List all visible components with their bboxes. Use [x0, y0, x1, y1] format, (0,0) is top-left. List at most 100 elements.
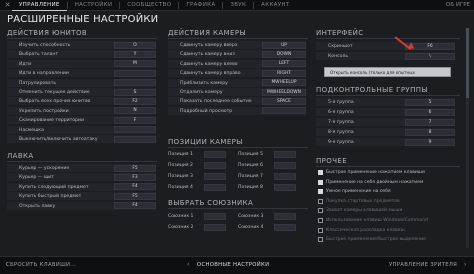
shop-action-key-field[interactable]: F4: [114, 202, 156, 210]
unit-action-key-field[interactable]: S: [114, 88, 156, 96]
page-title: РАСШИРЕННЫЕ НАСТРОЙКИ: [7, 14, 159, 25]
unit-action-key-field[interactable]: Y: [114, 50, 156, 58]
shop-action-key-field[interactable]: F5: [114, 164, 156, 172]
unit-action-label: Насмешка: [19, 127, 44, 133]
camera-action-key-field[interactable]: RIGHT: [262, 69, 306, 77]
control-group-key-field[interactable]: 8: [405, 128, 455, 136]
camera-action-key-field[interactable]: UP: [262, 41, 306, 49]
tab-sound[interactable]: ЗВУК: [223, 0, 253, 11]
camera-action-label: Сдвинуть камеру вправо: [180, 71, 241, 77]
option-checkbox[interactable]: [318, 237, 323, 243]
camera-position-key-field[interactable]: [204, 173, 226, 180]
ally-key-field[interactable]: [274, 213, 296, 220]
divider: [7, 38, 157, 39]
camera-action-label: Отдалить камеру: [180, 90, 223, 95]
main-settings-button[interactable]: ОСНОВНЫЕ НАСТРОЙКИ: [197, 262, 269, 268]
divider: [168, 147, 308, 148]
control-group-key-field[interactable]: 5: [405, 98, 455, 106]
unit-action-key-field[interactable]: [114, 135, 156, 143]
camera-position-label: Позиция 1: [168, 152, 193, 157]
shop-header: ЛАВКА: [7, 152, 34, 160]
console-tooltip: Открыть консоль (только для опытных поль…: [324, 67, 451, 85]
option-checkbox[interactable]: [318, 170, 323, 175]
tab-graphics[interactable]: ГРАФИКА: [179, 0, 222, 11]
option-checkbox[interactable]: [318, 218, 323, 223]
control-group-key-field[interactable]: 9: [405, 138, 455, 146]
camera-action-key-field[interactable]: SPACE: [262, 97, 306, 105]
chevron-right-icon: ›: [464, 261, 467, 268]
camera-position-label: Позиция 6: [238, 163, 263, 168]
unit-action-key-field[interactable]: [114, 126, 156, 134]
unit-action-label: Выбрать всех прочих юнитов: [19, 99, 91, 105]
reset-keys-button[interactable]: СБРОСИТЬ КЛАВИШИ...: [6, 262, 76, 268]
option-checkbox[interactable]: [318, 189, 323, 195]
option-checkbox[interactable]: [318, 227, 323, 233]
allies-header: ВЫБРАТЬ СОЮЗНИКА: [168, 199, 254, 207]
unit-action-key-field[interactable]: O: [114, 41, 156, 49]
shop-action-label: Открыть лавку: [19, 203, 56, 209]
interface-action-key-field[interactable]: \: [405, 52, 455, 60]
unit-action-key-field[interactable]: F: [114, 116, 156, 124]
camera-position-label: Позиция 8: [238, 185, 263, 190]
spectator-controls-button[interactable]: УПРАВЛЕНИЕ ЗРИТЕЛЯ: [389, 262, 457, 268]
option-label: Использование клавиш Windows/Command: [326, 218, 428, 223]
tab-about[interactable]: ОБ ИГРЕ: [446, 0, 470, 11]
unit-action-key-field[interactable]: M: [114, 60, 156, 68]
unit-action-label: Идти: [19, 61, 32, 67]
tab-community[interactable]: СООБЩЕСТВО: [120, 0, 178, 11]
divider: [168, 208, 308, 209]
camera-position-key-field[interactable]: [274, 162, 296, 169]
camera-action-key-field[interactable]: [262, 107, 306, 115]
shop-action-key-field[interactable]: F4: [114, 183, 156, 191]
option-checkbox[interactable]: [318, 208, 323, 214]
ally-label: Союзник 4: [238, 225, 264, 230]
camera-position-key-field[interactable]: [204, 162, 226, 169]
option-checkbox[interactable]: [318, 198, 323, 204]
tab-account[interactable]: АККАУНТ: [254, 0, 296, 11]
unit-action-key-field[interactable]: [114, 79, 156, 87]
scrollbar-thumb[interactable]: [466, 28, 469, 98]
ally-label: Союзник 3: [238, 214, 264, 219]
tab-controls[interactable]: УПРАВЛЕНИЕ: [12, 0, 67, 11]
unit-action-label: Сканирование территории: [19, 118, 85, 124]
unit-action-key-field[interactable]: [114, 69, 156, 77]
camera-position-key-field[interactable]: [204, 151, 226, 158]
divider: [7, 161, 157, 162]
camera-action-key-field[interactable]: MWHEELUP: [262, 79, 306, 87]
control-group-label: 8-я группа: [328, 130, 354, 135]
interface-action-label: Скриншот: [328, 44, 353, 49]
camera-position-key-field[interactable]: [274, 184, 296, 191]
camera-position-key-field[interactable]: [274, 151, 296, 158]
control-group-key-field[interactable]: 7: [405, 118, 455, 126]
camera-position-key-field[interactable]: [274, 173, 296, 180]
camera-position-key-field[interactable]: [204, 184, 226, 191]
unit-action-key-field[interactable]: N: [114, 107, 156, 115]
unit-action-label: Идти в направлении: [19, 71, 69, 77]
divider: [168, 38, 308, 39]
shop-action-label: Курьер — щит: [19, 175, 54, 181]
camera-header: ДЕЙСТВИЯ КАМЕРЫ: [168, 29, 247, 37]
option-checkbox[interactable]: [318, 179, 323, 185]
ally-key-field[interactable]: [274, 224, 296, 231]
option-label: Быстрое применение/быстрое выделение: [326, 237, 426, 243]
unit-action-label: Укрепить постройки: [19, 108, 69, 114]
ally-key-field[interactable]: [204, 224, 226, 231]
camera-action-label: Показать последнее событие: [180, 99, 252, 105]
shop-action-key-field[interactable]: F5: [114, 192, 156, 200]
camera-action-key-field[interactable]: DOWN: [262, 50, 306, 58]
control-group-label: 9-я группа: [328, 140, 354, 145]
control-group-key-field[interactable]: 6: [405, 108, 455, 116]
interface-action-label: Консоль: [328, 54, 349, 59]
close-icon[interactable]: ✕: [3, 1, 12, 10]
camera-action-key-field[interactable]: LEFT: [262, 60, 306, 68]
unit-action-label: Патрулировать: [19, 80, 57, 86]
ally-key-field[interactable]: [204, 213, 226, 220]
shop-action-label: Купить следующий предмет: [19, 184, 89, 190]
camera-action-key-field[interactable]: MWHEELDOWN: [262, 88, 306, 96]
tab-settings[interactable]: НАСТРОЙКИ: [68, 0, 120, 11]
ally-label: Союзник 2: [168, 225, 194, 230]
divider: [316, 95, 460, 96]
shop-action-key-field[interactable]: F3: [114, 173, 156, 181]
unit-action-key-field[interactable]: F2: [114, 97, 156, 105]
camera-positions-header: ПОЗИЦИИ КАМЕРЫ: [168, 138, 243, 146]
